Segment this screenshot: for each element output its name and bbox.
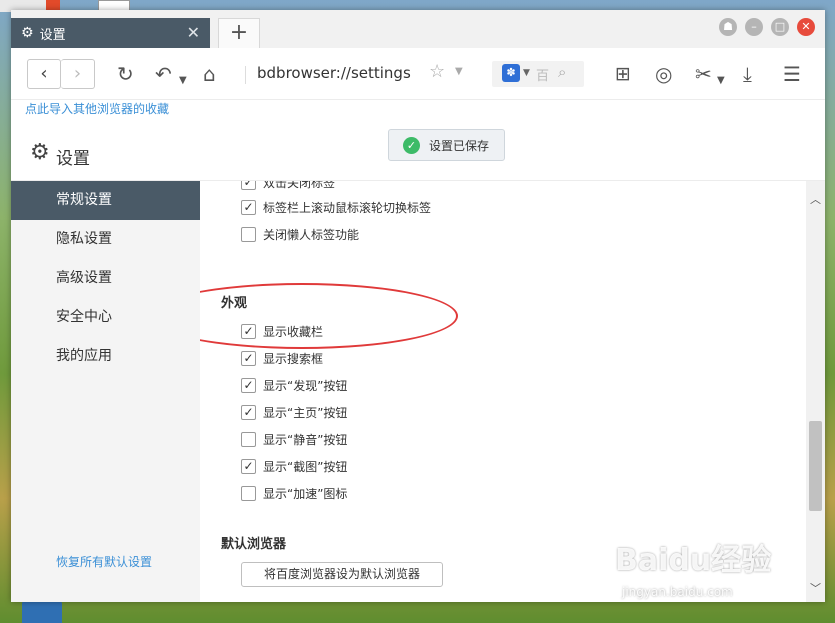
gear-icon: ⚙ [21, 25, 34, 41]
checkbox[interactable]: ✓ [241, 323, 256, 339]
option-label: 关闭懒人标签功能 [263, 227, 360, 242]
minimize-icon[interactable]: – [745, 18, 763, 36]
checkbox[interactable]: ✓ [241, 350, 256, 366]
search-input[interactable]: 百 [536, 65, 549, 84]
sidebar-item-advanced[interactable]: 高级设置 [11, 259, 200, 298]
sidebar-item-security[interactable]: 安全中心 [11, 298, 200, 337]
option-label: 显示“加速”图标 [263, 486, 348, 501]
checkbox[interactable] [241, 431, 256, 447]
restore-defaults-link[interactable]: 恢复所有默认设置 [56, 553, 152, 570]
home-icon[interactable]: ⌂ [203, 61, 216, 87]
apps-grid-icon[interactable]: ⊞ [615, 61, 631, 87]
option-show-accelerate-icon[interactable]: 显示“加速”图标 [241, 484, 347, 502]
scrollbar[interactable]: ︿ ﹀ [806, 181, 825, 602]
settings-header: ⚙ 设置 ✓ 设置已保存 [11, 126, 825, 181]
download-icon[interactable]: ⤓ [743, 61, 752, 87]
option-double-click-close[interactable]: ✓ 双击关闭标签 [241, 181, 335, 191]
maximize-icon[interactable]: □ [771, 18, 789, 36]
checkbox[interactable]: ✓ [241, 458, 256, 474]
checkbox[interactable]: ✓ [241, 377, 256, 393]
sidebar-item-privacy[interactable]: 隐私设置 [11, 220, 200, 259]
search-box[interactable]: ✽ ▼ 百 ⌕ [492, 61, 584, 87]
nav-toolbar: ‹ › ↻ ↶ ▼ ⌂ bdbrowser://settings ☆ ▼ ✽ ▼… [11, 48, 825, 100]
set-default-browser-button[interactable]: 将百度浏览器设为默认浏览器 [241, 562, 443, 587]
scrollbar-thumb[interactable] [809, 421, 822, 511]
saved-message: 设置已保存 [429, 138, 490, 153]
watermark-logo: Baidu经验 [615, 543, 772, 578]
tab-strip: ⚙ 设置 ✕ + ☗ – □ ✕ [11, 10, 825, 48]
option-show-screenshot-button[interactable]: ✓ 显示“截图”按钮 [241, 457, 347, 475]
close-window-icon[interactable]: ✕ [797, 18, 815, 36]
window-controls: ☗ – □ ✕ [719, 18, 815, 36]
option-label: 显示“主页”按钮 [263, 405, 348, 420]
option-show-home-button[interactable]: ✓ 显示“主页”按钮 [241, 403, 347, 421]
settings-gear-icon: ⚙ [30, 140, 50, 165]
reload-icon[interactable]: ↻ [117, 61, 134, 87]
option-disable-lazy-tab[interactable]: 关闭懒人标签功能 [241, 225, 359, 243]
forward-button[interactable]: › [61, 59, 95, 89]
import-bookmarks-link[interactable]: 点此导入其他浏览器的收藏 [25, 100, 169, 117]
undo-close-icon[interactable]: ↶ [155, 61, 172, 87]
option-label: 显示收藏栏 [263, 324, 324, 339]
option-show-bookmark-bar[interactable]: ✓ 显示收藏栏 [241, 322, 323, 340]
scroll-up-icon[interactable]: ︿ [810, 191, 821, 207]
skin-icon[interactable]: ☗ [719, 18, 737, 36]
new-tab-button[interactable]: + [218, 18, 260, 48]
star-dropdown-icon[interactable]: ▼ [455, 66, 463, 77]
url-separator [245, 66, 246, 84]
option-label: 标签栏上滚动鼠标滚轮切换标签 [263, 200, 432, 215]
option-label: 显示“截图”按钮 [263, 459, 348, 474]
sidebar-item-apps[interactable]: 我的应用 [11, 337, 200, 376]
engine-dropdown-icon[interactable]: ▼ [523, 68, 530, 78]
browser-window: ⚙ 设置 ✕ + ☗ – □ ✕ ‹ › ↻ ↶ ▼ ⌂ bdbrowser:/… [11, 10, 825, 602]
page-title: 设置 [56, 149, 90, 169]
tab-close-icon[interactable]: ✕ [187, 23, 200, 42]
option-label: 显示“静音”按钮 [263, 432, 348, 447]
option-label: 双击关闭标签 [263, 181, 336, 190]
compass-icon[interactable]: ◎ [655, 61, 672, 87]
undo-dropdown-icon[interactable]: ▼ [179, 68, 187, 94]
option-show-mute-button[interactable]: 显示“静音”按钮 [241, 430, 347, 448]
baidu-paw-icon[interactable]: ✽ [502, 64, 520, 82]
option-show-discover-button[interactable]: ✓ 显示“发现”按钮 [241, 376, 347, 394]
settings-sidebar: 常规设置 隐私设置 高级设置 安全中心 我的应用 恢复所有默认设置 [11, 181, 200, 602]
option-wheel-switch-tab[interactable]: ✓ 标签栏上滚动鼠标滚轮切换标签 [241, 198, 431, 216]
section-title-default-browser: 默认浏览器 [221, 537, 287, 552]
tab-settings[interactable]: ⚙ 设置 ✕ [11, 18, 210, 48]
sidebar-item-general[interactable]: 常规设置 [11, 181, 200, 220]
option-label: 显示搜索框 [263, 351, 324, 366]
checkbox[interactable]: ✓ [241, 404, 256, 420]
scroll-down-icon[interactable]: ﹀ [810, 580, 821, 596]
watermark-url: jingyan.baidu.com [622, 585, 733, 599]
option-label: 显示“发现”按钮 [263, 378, 348, 393]
address-bar[interactable]: bdbrowser://settings [257, 64, 411, 82]
check-circle-icon: ✓ [403, 136, 420, 154]
bookmark-bar: 点此导入其他浏览器的收藏 [11, 100, 825, 122]
checkbox[interactable] [241, 226, 256, 242]
scissors-icon[interactable]: ✂ [695, 61, 712, 87]
section-title-appearance: 外观 [221, 296, 248, 311]
screenshot-dropdown-icon[interactable]: ▼ [717, 68, 725, 94]
tab-title: 设置 [39, 27, 66, 43]
checkbox[interactable]: ✓ [241, 199, 256, 215]
star-icon[interactable]: ☆ [429, 61, 445, 82]
menu-icon[interactable]: ☰ [783, 61, 801, 87]
checkbox[interactable] [241, 485, 256, 501]
search-icon[interactable]: ⌕ [558, 63, 566, 81]
desktop-icon-bottom [22, 600, 62, 623]
checkbox[interactable]: ✓ [241, 181, 256, 190]
option-show-search-box[interactable]: ✓ 显示搜索框 [241, 349, 323, 367]
back-button[interactable]: ‹ [27, 59, 61, 89]
saved-toast: ✓ 设置已保存 [388, 129, 505, 161]
